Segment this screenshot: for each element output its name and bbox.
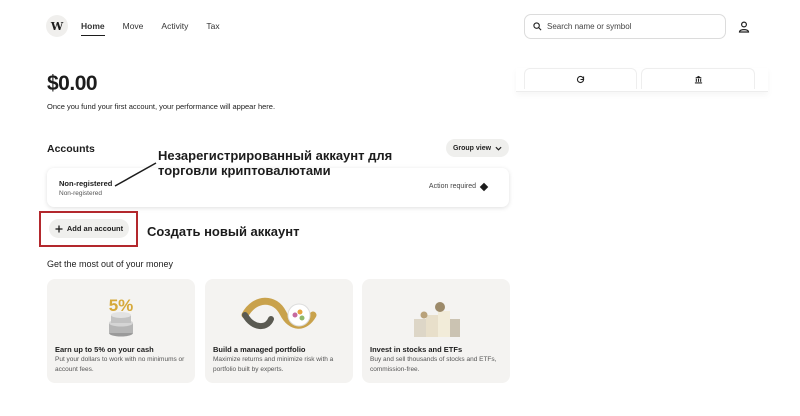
promo-title: Invest in stocks and ETFs: [370, 345, 463, 354]
account-type: Non-registered: [59, 190, 102, 197]
search-box[interactable]: [524, 14, 726, 39]
promos-heading: Get the most out of your money: [47, 259, 174, 269]
promo-title: Earn up to 5% on your cash: [55, 345, 154, 354]
annotation-add-note: Создать новый аккаунт: [147, 224, 300, 239]
promo-card-cash[interactable]: 5% Earn up to 5% on your cash Put your d…: [47, 279, 195, 383]
balance-subtitle: Once you fund your first account, your p…: [47, 102, 276, 111]
wealthsimple-logo[interactable]: W: [46, 15, 68, 37]
annotation-account-note: Незарегистрированный аккаунт для торговл…: [158, 148, 393, 178]
annotation-arrow: [114, 162, 157, 187]
group-view-label: Group view: [452, 144, 492, 152]
total-balance: $0.00: [47, 72, 98, 95]
accounts-heading: Accounts: [47, 143, 95, 155]
portfolio-illustration: [241, 297, 317, 329]
alert-diamond-icon: [479, 182, 489, 191]
promo-description: Put your dollars to work with no minimum…: [55, 356, 185, 373]
promo-art-text: 5%: [109, 296, 134, 315]
nav-activity[interactable]: Activity: [161, 21, 188, 36]
coins-percent-illustration: 5%: [109, 296, 134, 337]
promo-card-stocks[interactable]: Invest in stocks and ETFs Buy and sell t…: [362, 279, 510, 383]
tab-performance[interactable]: [524, 68, 637, 89]
tab-bank[interactable]: [641, 68, 755, 89]
bank-icon: [694, 75, 702, 83]
promo-description: Buy and sell thousands of stocks and ETF…: [370, 356, 497, 373]
account-name: Non-registered: [59, 179, 113, 188]
nav-move[interactable]: Move: [123, 21, 144, 36]
promo-card-portfolio[interactable]: Build a managed portfolio Maximize retur…: [205, 279, 353, 383]
nav-tax[interactable]: Tax: [206, 21, 219, 36]
search-input[interactable]: [547, 22, 717, 31]
right-panel-tabs: [516, 68, 768, 92]
chevron-down-icon: [495, 146, 502, 151]
action-required-label: Action required: [428, 183, 476, 190]
group-view-button[interactable]: Group view: [446, 139, 509, 157]
plus-icon: [55, 225, 63, 232]
nav-home[interactable]: Home: [81, 21, 105, 36]
add-account-label: Add an account: [66, 224, 124, 233]
main-nav: Home Move Activity Tax: [81, 21, 220, 36]
chart-refresh-icon: [576, 75, 585, 83]
account-status: Action required: [428, 182, 489, 191]
search-icon: [533, 22, 542, 31]
add-account-button[interactable]: Add an account: [49, 219, 129, 238]
stocks-illustration: [414, 302, 460, 337]
promo-description: Maximize returns and minimize risk with …: [213, 356, 334, 373]
promo-title: Build a managed portfolio: [213, 345, 306, 354]
user-icon[interactable]: [737, 20, 751, 34]
